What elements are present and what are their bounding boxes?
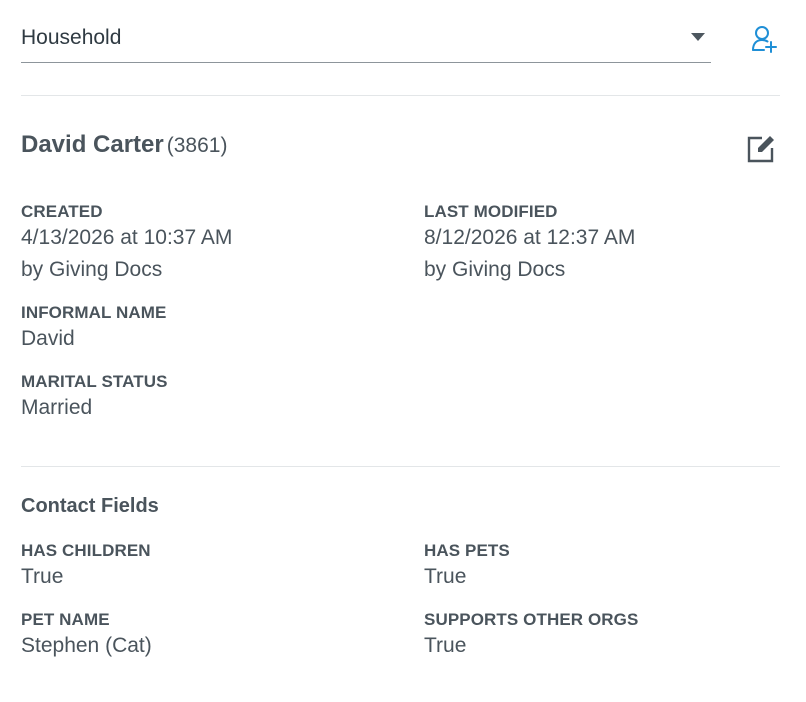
has-children-label: HAS CHILDREN [21, 541, 151, 560]
last-modified-label: LAST MODIFIED [424, 202, 558, 221]
edit-icon[interactable] [745, 133, 777, 165]
marital-status-label: MARITAL STATUS [21, 372, 168, 391]
caret-down-icon [691, 33, 705, 41]
last-modified-datetime: 8/12/2026 at 12:37 AM [424, 226, 636, 249]
has-pets-label: HAS PETS [424, 541, 510, 560]
supports-other-orgs-field: SUPPORTS OTHER ORGS True [424, 610, 638, 662]
has-children-field: HAS CHILDREN True [21, 541, 151, 593]
contact-name: David Carter [21, 131, 164, 158]
add-person-icon[interactable] [748, 24, 780, 56]
pet-name-field: PET NAME Stephen (Cat) [21, 610, 152, 662]
informal-name-value: David [21, 327, 75, 350]
pet-name-label: PET NAME [21, 610, 110, 629]
last-modified-field: LAST MODIFIED 8/12/2026 at 12:37 AM by G… [424, 202, 635, 286]
has-pets-value: True [424, 565, 467, 588]
supports-other-orgs-label: SUPPORTS OTHER ORGS [424, 610, 639, 629]
marital-status-value: Married [21, 396, 93, 419]
household-select-value: Household [21, 26, 122, 49]
marital-status-field: MARITAL STATUS Married [21, 372, 168, 424]
supports-other-orgs-value: True [424, 634, 467, 657]
household-select[interactable]: Household [21, 18, 711, 63]
has-pets-field: HAS PETS True [424, 541, 510, 593]
contact-id: (3861) [166, 134, 228, 157]
created-label: CREATED [21, 202, 103, 221]
has-children-value: True [21, 565, 64, 588]
divider [21, 95, 780, 96]
informal-name-label: INFORMAL NAME [21, 303, 167, 322]
household-panel: Household David Carter (3861) CREATED 4/1… [0, 0, 806, 702]
divider [21, 466, 780, 467]
contact-fields-title: Contact Fields [21, 495, 159, 517]
pet-name-value: Stephen (Cat) [21, 634, 152, 657]
contact-heading: David Carter (3861) [21, 131, 227, 159]
created-datetime: 4/13/2026 at 10:37 AM [21, 226, 233, 249]
informal-name-field: INFORMAL NAME David [21, 303, 166, 355]
last-modified-by: by Giving Docs [424, 258, 566, 281]
created-by: by Giving Docs [21, 258, 163, 281]
created-field: CREATED 4/13/2026 at 10:37 AM by Giving … [21, 202, 232, 286]
